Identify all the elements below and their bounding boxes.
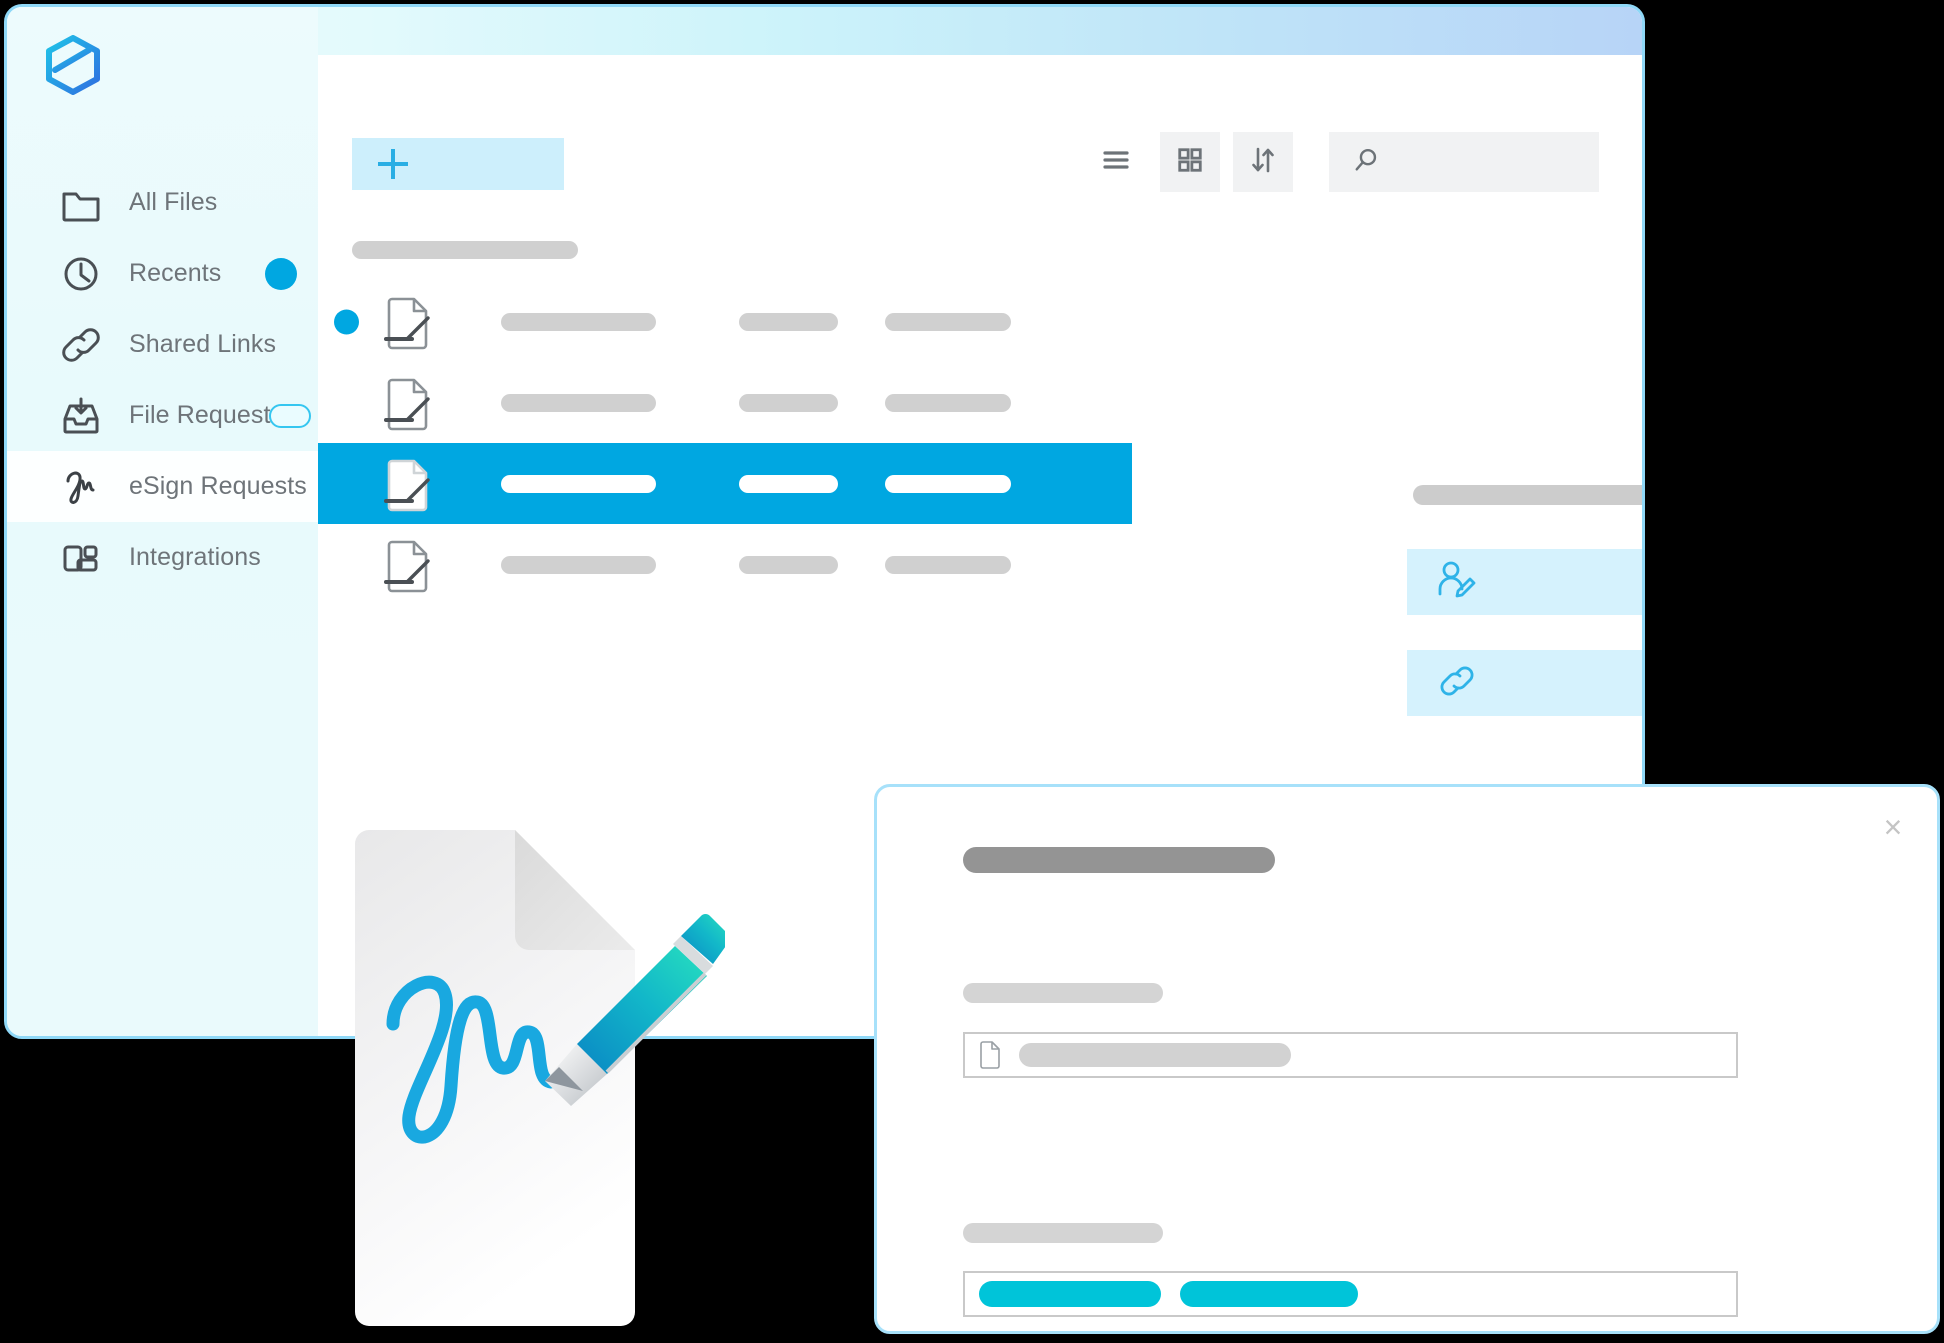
search-input[interactable] [1329,132,1599,192]
cell-size [885,312,1011,331]
integrations-icon [59,536,103,580]
sidebar-item-label: File Requests [129,401,284,429]
plus-icon [378,149,408,179]
sidebar-item-file-requests[interactable]: File Requests [7,380,318,451]
sidebar-item-label: Integrations [129,543,261,571]
grid-view-button[interactable] [1160,132,1220,192]
cell-modified [739,474,838,493]
signed-document-icon [378,453,440,515]
signed-document-icon [378,372,440,434]
modal-title [963,847,1275,873]
document-field[interactable] [963,1032,1738,1078]
detail-panel-heading [1413,485,1642,505]
grid-view-icon [1176,146,1204,179]
cell-size [885,474,1011,493]
sidebar-item-label: All Files [129,188,218,216]
field-label-document [963,983,1163,1003]
sidebar-item-integrations[interactable]: Integrations [7,522,318,593]
sidebar-item-recents[interactable]: Recents [7,238,318,309]
sort-button[interactable] [1233,132,1293,192]
file-icon [979,1041,1001,1069]
signed-document-icon [378,534,440,596]
sidebar-item-shared-links[interactable]: Shared Links [7,309,318,380]
document-with-signature-and-pen-illustration [345,818,731,1338]
cell-size [885,555,1011,574]
recipient-chip[interactable] [1180,1281,1358,1307]
table-row[interactable] [318,281,1642,362]
close-icon[interactable]: × [1871,805,1915,849]
cell-modified [739,393,838,412]
esign-request-modal: × [874,784,1940,1334]
action-request-signature[interactable] [1407,549,1642,615]
cell-name [501,474,656,493]
signature-icon [59,465,103,509]
sidebar-item-label: Shared Links [129,330,277,358]
sidebar-item-label: Recents [129,259,222,287]
signed-document-icon [378,291,440,353]
cell-name [501,393,656,412]
recipients-field[interactable] [963,1271,1738,1317]
chain-link-icon [1435,659,1479,708]
list-view-icon [1101,145,1131,180]
folder-icon [59,181,103,225]
new-item-button[interactable] [352,138,564,190]
sidebar: All Files Recents Shared Links File Requ… [7,7,318,1036]
sidebar-nav: All Files Recents Shared Links File Requ… [7,167,318,593]
link-icon [59,323,103,367]
recents-badge-dot [265,257,297,290]
search-icon [1353,146,1381,179]
person-sign-icon [1435,558,1479,607]
breadcrumb [352,241,578,259]
file-requests-toggle[interactable] [269,403,311,428]
sidebar-item-label: eSign Requests [129,472,307,500]
field-label-recipients [963,1223,1163,1243]
sort-arrows-icon [1248,145,1278,180]
list-view-button[interactable] [1086,132,1146,192]
recipient-chip[interactable] [979,1281,1161,1307]
brand-logo-icon[interactable] [45,35,101,95]
clock-icon [59,252,103,296]
sidebar-item-all-files[interactable]: All Files [7,167,318,238]
table-row[interactable] [318,362,1642,443]
cell-modified [739,555,838,574]
cell-modified [739,312,838,331]
table-row[interactable] [318,443,1132,524]
action-copy-link[interactable] [1407,650,1642,716]
inbox-down-icon [59,394,103,438]
cell-name [501,312,656,331]
cell-size [885,393,1011,412]
sidebar-item-esign-requests[interactable]: eSign Requests [7,451,318,522]
document-field-value [1019,1043,1291,1067]
unread-dot [334,309,359,334]
cell-name [501,555,656,574]
